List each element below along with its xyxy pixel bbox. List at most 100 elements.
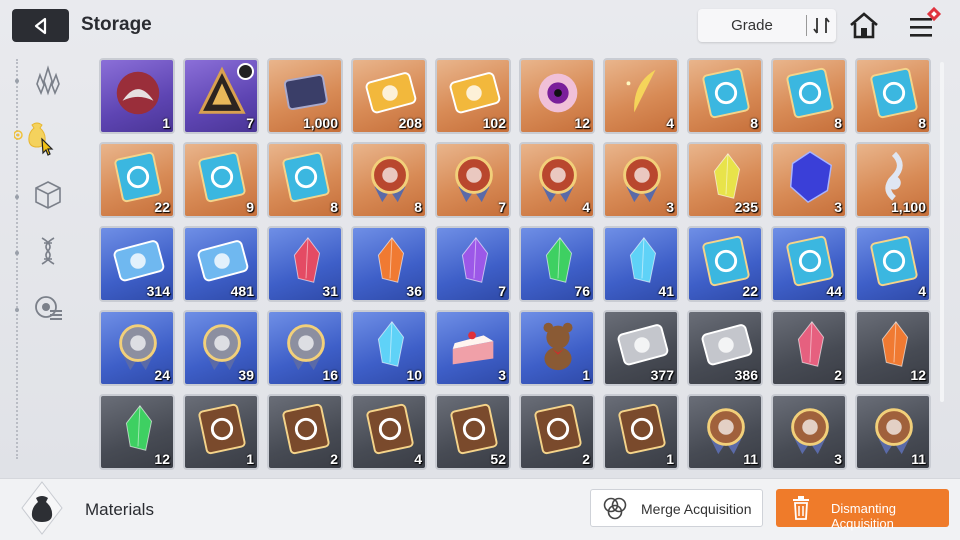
inventory-item[interactable]: 7 [435,226,511,302]
item-count: 1 [582,367,590,383]
inventory-item[interactable]: 1,100 [855,142,931,218]
inventory-item[interactable]: 377 [603,310,679,386]
inventory-item[interactable]: 1 [183,394,259,470]
inventory-item[interactable]: 4 [351,394,427,470]
item-count: 3 [834,451,842,467]
grade-sort-button[interactable]: Grade [698,9,836,42]
sidebar-dot [15,79,19,83]
inventory-item[interactable]: 41 [603,226,679,302]
inventory-item[interactable]: 9 [183,142,259,218]
inventory-item[interactable]: 44 [771,226,847,302]
inventory-item[interactable]: 11 [855,394,931,470]
item-count: 16 [322,367,338,383]
inventory-item[interactable]: 8 [351,142,427,218]
inventory-item[interactable]: 235 [687,142,763,218]
home-icon[interactable] [848,10,880,42]
category-crystal[interactable] [28,61,68,101]
menu-icon[interactable] [905,6,947,42]
gold-ticket-icon [365,72,417,114]
inventory-item[interactable]: 3 [771,394,847,470]
category-dna[interactable] [28,231,68,271]
inventory-item[interactable]: 1 [519,310,595,386]
crystal-cluster-icon [36,65,60,96]
bronze-medal-arrow-icon [875,408,913,455]
category-chip[interactable] [28,288,68,328]
inventory-item[interactable]: 481 [183,226,259,302]
item-count: 1,100 [890,199,926,215]
inventory-item[interactable]: 2 [267,394,343,470]
inventory-item[interactable]: 3 [771,142,847,218]
inventory-item[interactable]: 10 [351,310,427,386]
back-arrow-icon [34,17,46,34]
item-count: 7 [246,115,254,131]
inventory-item[interactable]: 102 [435,58,511,134]
inventory-item[interactable]: 12 [99,394,175,470]
monster-core-icon [116,71,160,115]
inventory-item[interactable]: 16 [267,310,343,386]
ice-shard-icon [377,321,405,367]
inventory-item[interactable]: 7 [183,58,259,134]
inventory-item[interactable]: 4 [519,142,595,218]
inventory-item[interactable]: 22 [99,142,175,218]
inventory-item[interactable]: 4 [603,58,679,134]
category-bag[interactable] [14,115,68,156]
inventory-item[interactable]: 3 [435,310,511,386]
inventory-item[interactable]: 22 [687,226,763,302]
inventory-item[interactable]: 12 [855,310,931,386]
item-count: 10 [406,367,422,383]
bronze-medal-sword-icon [707,408,745,455]
inventory-item[interactable]: 1 [603,394,679,470]
inventory-item[interactable]: 7 [435,142,511,218]
inventory-item[interactable]: 1 [99,58,175,134]
item-count: 314 [146,283,170,299]
gold-feather-icon [626,69,656,113]
inventory-item[interactable]: 2 [519,394,595,470]
merge-acquisition-button[interactable]: Merge Acquisition [590,489,763,527]
inventory-item[interactable]: 12 [519,58,595,134]
item-count: 39 [238,367,254,383]
trash-icon [793,496,809,520]
inventory-item[interactable]: 52 [435,394,511,470]
inventory-item[interactable]: 8 [771,58,847,134]
inventory-item[interactable]: 76 [519,226,595,302]
sidebar-dot [15,308,19,312]
item-count: 4 [666,115,674,131]
inventory-item[interactable]: 208 [351,58,427,134]
inventory-item[interactable]: 8 [855,58,931,134]
dismantling-acquisition-button[interactable]: Dismanting Acquisition [776,489,949,531]
item-count: 41 [658,283,674,299]
inventory-item[interactable]: 1,000 [267,58,343,134]
inventory-item[interactable]: 8 [267,142,343,218]
item-count: 12 [910,367,926,383]
item-count: 24 [154,367,170,383]
inventory-item[interactable]: 39 [183,310,259,386]
inventory-item[interactable]: 31 [267,226,343,302]
yellow-crystal-icon [713,153,741,199]
category-cube[interactable] [28,175,68,215]
inventory-item[interactable]: 3 [603,142,679,218]
inventory-item[interactable]: 2 [771,310,847,386]
inventory-item[interactable]: 314 [99,226,175,302]
cube-icon [35,181,61,209]
grid-scrollbar[interactable] [940,62,944,402]
item-count: 9 [246,199,254,215]
item-count: 377 [650,367,674,383]
item-count: 3 [666,199,674,215]
orange-crystal-icon [377,237,405,283]
gray-compass-ticket-icon [701,324,753,366]
bronze-medal-shield-icon [791,408,829,455]
red-crystal-icon [293,237,321,283]
inventory-item[interactable]: 36 [351,226,427,302]
inventory-grid: 1 7 1,000 208 102 12 4 8 8 8 22 9 8 8 7 4 3 235 3 1,100 314 4… [96,56,936,474]
back-button[interactable] [12,9,69,42]
inventory-item[interactable]: 8 [687,58,763,134]
sword-brown-book-icon [198,403,246,455]
inventory-item[interactable]: 24 [99,310,175,386]
sort-order-icon[interactable] [810,13,832,38]
item-count: 8 [330,199,338,215]
inventory-item[interactable]: 11 [687,394,763,470]
inventory-item[interactable]: 4 [855,226,931,302]
inventory-item[interactable]: 386 [687,310,763,386]
category-label: Materials [85,500,154,519]
merge-circles-icon [603,497,627,520]
